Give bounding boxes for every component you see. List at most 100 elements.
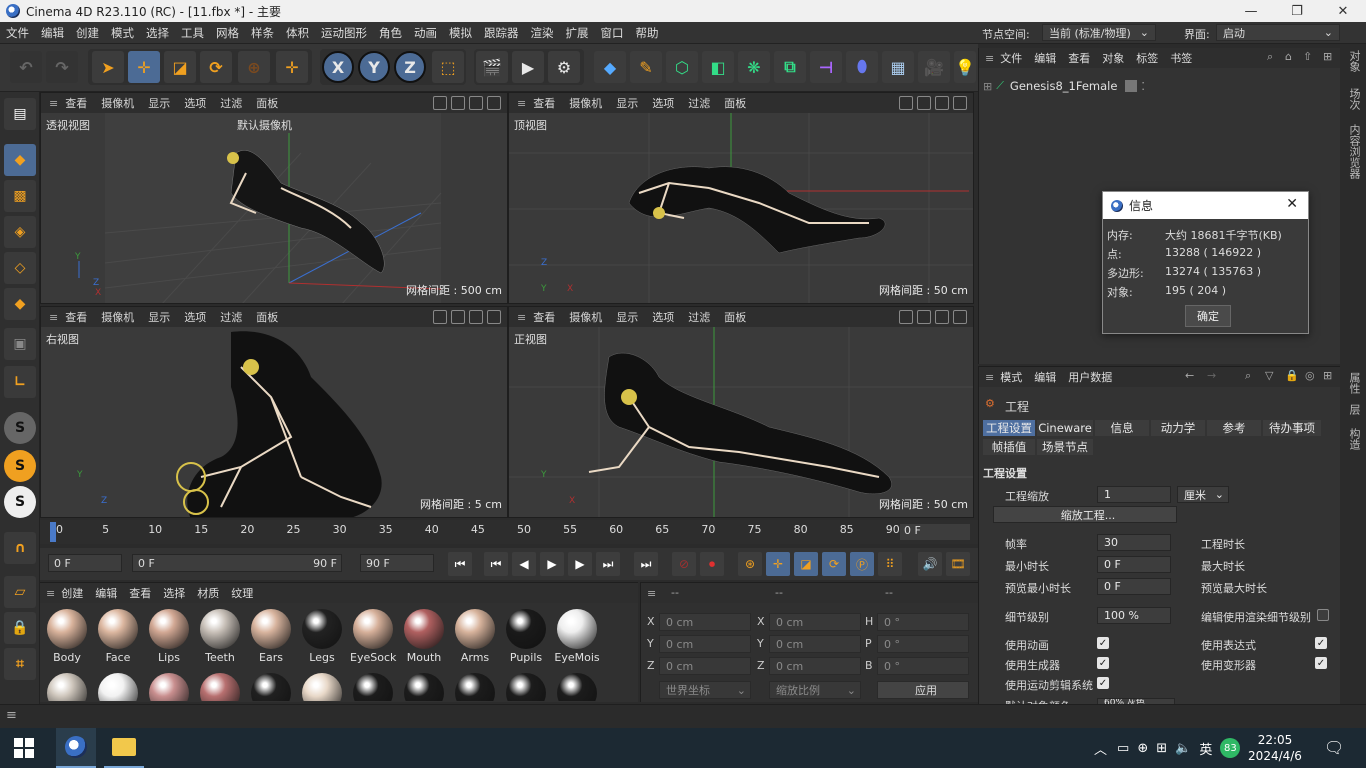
search-icon[interactable]: ⌕ <box>1245 369 1251 383</box>
cinema4d-taskbar-icon[interactable] <box>56 728 96 768</box>
forward-arrow-icon[interactable]: → <box>1207 369 1216 382</box>
vp-menu-view[interactable]: 查看 <box>58 309 94 325</box>
fps-field[interactable]: 30 <box>1097 534 1171 551</box>
extrude-generator-icon[interactable]: ◧ <box>702 51 734 83</box>
mat-menu-select[interactable]: 选择 <box>157 585 191 601</box>
vp-menu-filter[interactable]: 过滤 <box>213 309 249 325</box>
axis-mode-icon[interactable]: ∟ <box>4 366 36 398</box>
apply-button[interactable]: 应用 <box>877 681 969 699</box>
hamburger-icon[interactable]: ≡ <box>49 97 58 110</box>
menu-spline[interactable]: 样条 <box>245 25 280 41</box>
windows-start-icon[interactable] <box>14 738 34 758</box>
min-time-field[interactable]: 0 F <box>1097 556 1171 573</box>
hamburger-icon[interactable]: ≡ <box>517 311 526 324</box>
go-to-end-icon[interactable]: ⏭ <box>634 552 658 576</box>
tab-project-settings[interactable]: 工程设置 <box>983 420 1035 436</box>
volume-icon[interactable]: 🔈 <box>1175 741 1191 756</box>
material-swatch[interactable] <box>248 673 294 701</box>
tab-info[interactable]: 信息 <box>1095 420 1149 436</box>
menu-create[interactable]: 创建 <box>70 25 105 41</box>
vp-menu-display[interactable]: 显示 <box>609 309 645 325</box>
lod-field[interactable]: 100 % <box>1097 607 1171 624</box>
zoom-icon[interactable] <box>917 96 931 110</box>
battery-icon[interactable]: ▭ <box>1117 741 1129 756</box>
size-y-field[interactable]: 0 cm <box>769 635 861 653</box>
redo-icon[interactable]: ↷ <box>46 51 78 83</box>
rot-h-field[interactable]: 0 ° <box>877 613 969 631</box>
polygon-mode-icon[interactable]: ◆ <box>4 288 36 320</box>
undo-icon[interactable]: ↶ <box>10 51 42 83</box>
current-frame-field[interactable]: 0 F <box>900 524 970 540</box>
cube-primitive-icon[interactable]: ◆ <box>594 51 626 83</box>
up-icon[interactable]: ⇧ <box>1303 50 1312 63</box>
vp-menu-filter[interactable]: 过滤 <box>213 95 249 111</box>
snap-icon[interactable]: S <box>4 412 36 444</box>
pos-x-field[interactable]: 0 cm <box>659 613 751 631</box>
sound-icon[interactable]: 🔊 <box>918 552 942 576</box>
previous-frame-icon[interactable]: ◀ <box>512 552 536 576</box>
pos-z-field[interactable]: 0 cm <box>659 657 751 675</box>
viewport-perspective[interactable]: ≡ 查看 摄像机 显示 选项 过滤 面板 Y Z X 透视视图 默认摄像机 网格… <box>40 92 508 304</box>
frame-range-slider[interactable]: 0 F 90 F <box>132 554 342 572</box>
key-parameter-icon[interactable]: Ⓟ <box>850 552 874 576</box>
hamburger-icon[interactable]: ≡ <box>985 371 994 384</box>
layout-dropdown[interactable]: 启动 ⌄ <box>1216 24 1340 41</box>
maximize-button[interactable]: ❐ <box>1274 0 1320 22</box>
close-button[interactable]: ✕ <box>1320 0 1366 22</box>
vp-menu-view[interactable]: 查看 <box>526 309 562 325</box>
project-scale-field[interactable]: 1 <box>1097 486 1171 503</box>
back-arrow-icon[interactable]: ← <box>1185 369 1194 382</box>
strip-tab-objects[interactable]: 对象 <box>1346 50 1362 72</box>
material-swatch[interactable]: Body <box>44 609 90 664</box>
key-pla-icon[interactable]: ⠿ <box>878 552 902 576</box>
rot-b-field[interactable]: 0 ° <box>877 657 969 675</box>
expand-icon[interactable]: ⊞ <box>983 80 992 93</box>
menu-file[interactable]: 文件 <box>0 25 35 41</box>
pan-icon[interactable] <box>433 310 447 324</box>
pan-icon[interactable] <box>433 96 447 110</box>
play-icon[interactable]: ▶ <box>540 552 564 576</box>
menu-edit[interactable]: 编辑 <box>35 25 70 41</box>
menu-mesh[interactable]: 网格 <box>210 25 245 41</box>
mat-menu-edit[interactable]: 编辑 <box>89 585 123 601</box>
pan-icon[interactable] <box>899 96 913 110</box>
material-swatch[interactable]: EyeMois <box>554 609 600 664</box>
material-swatch[interactable] <box>197 673 243 701</box>
magnet-icon[interactable]: ∩ <box>4 532 36 564</box>
tab-cineware[interactable]: Cineware <box>1037 420 1093 436</box>
menu-tracker[interactable]: 跟踪器 <box>478 25 525 41</box>
security-badge[interactable]: 83 <box>1220 738 1241 758</box>
workplane-snap-icon[interactable]: S <box>4 450 36 482</box>
vp-menu-display[interactable]: 显示 <box>141 309 177 325</box>
notification-icon[interactable]: 🗨 <box>1324 738 1344 757</box>
obj-menu-edit[interactable]: 编辑 <box>1028 50 1062 66</box>
toggle-view-icon[interactable] <box>953 96 967 110</box>
scale-mode-dropdown[interactable]: 缩放比例 ⌄ <box>769 681 861 699</box>
vp-menu-camera[interactable]: 摄像机 <box>562 95 609 111</box>
material-swatch[interactable] <box>350 673 396 701</box>
strip-tab-takes[interactable]: 场次 <box>1346 88 1362 110</box>
home-icon[interactable]: ⌂ <box>1285 50 1292 63</box>
vp-menu-panel[interactable]: 面板 <box>717 95 753 111</box>
size-x-field[interactable]: 0 cm <box>769 613 861 631</box>
light-icon[interactable]: 💡 <box>954 51 976 83</box>
clock[interactable]: 22:05 2024/4/6 <box>1248 732 1302 764</box>
vp-menu-view[interactable]: 查看 <box>526 95 562 111</box>
coordinate-system-icon[interactable]: ⬚ <box>432 51 464 83</box>
point-mode-icon[interactable]: ◈ <box>4 216 36 248</box>
start-frame-field[interactable]: 0 F <box>48 554 122 572</box>
strip-tab-attributes[interactable]: 属性 <box>1346 372 1362 394</box>
key-rotation-icon[interactable]: ⟳ <box>822 552 846 576</box>
viewport-right[interactable]: ≡ 查看 摄像机 显示 选项 过滤 面板 Y Z 右视图 网格间距 : 5 cm <box>40 306 508 518</box>
menu-help[interactable]: 帮助 <box>630 25 665 41</box>
menu-mode[interactable]: 模式 <box>105 25 140 41</box>
tag-icon[interactable] <box>1125 80 1138 92</box>
viewport-top[interactable]: ≡ 查看 摄像机 显示 选项 过滤 面板 Z Y X 顶视图 网格间距 : 50… <box>508 92 974 304</box>
transform-tool-icon[interactable]: ✛ <box>276 51 308 83</box>
mat-menu-create[interactable]: 创建 <box>55 585 89 601</box>
vp-menu-camera[interactable]: 摄像机 <box>562 309 609 325</box>
use-expression-checkbox[interactable]: ✓ <box>1315 637 1327 649</box>
subdivision-icon[interactable]: ⬡ <box>666 51 698 83</box>
search-icon[interactable]: ⌕ <box>1267 50 1273 64</box>
rotate-tool-icon[interactable]: ⟳ <box>200 51 232 83</box>
